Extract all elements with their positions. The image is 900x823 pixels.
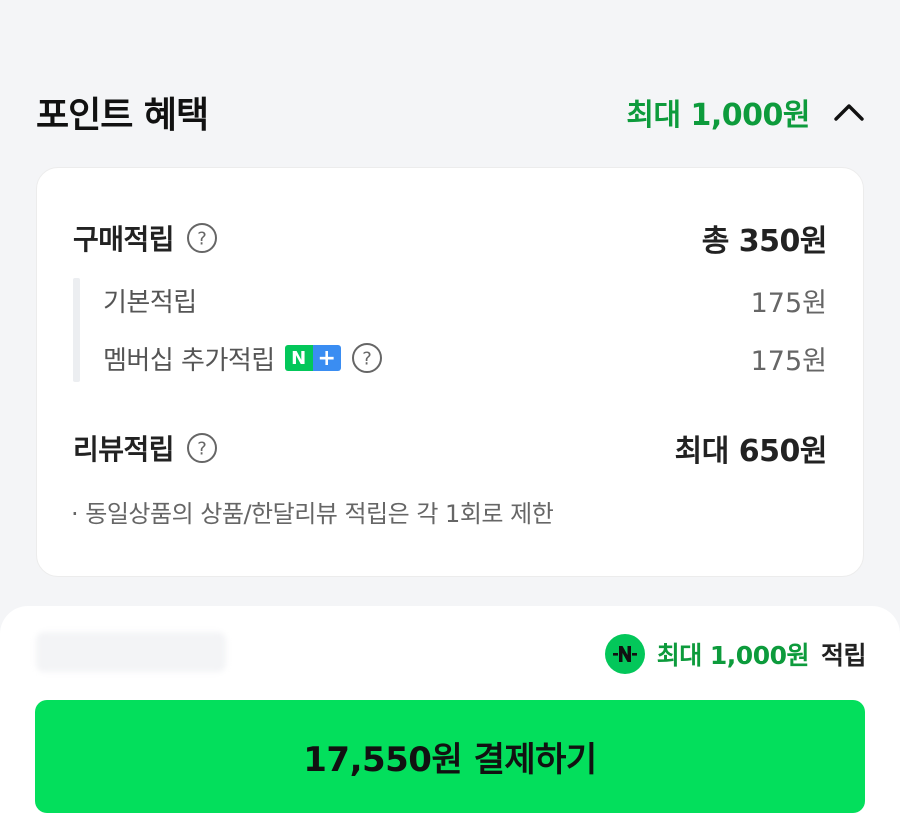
question-circle-icon[interactable]: ? (186, 432, 218, 464)
question-circle-icon[interactable]: ? (186, 222, 218, 254)
membership-points-label: 멤버십 추가적립 (103, 345, 275, 376)
naver-plus-badge: N + (284, 345, 341, 371)
header-right: 최대 1,000원 (626, 90, 866, 134)
badge-n: N (284, 345, 313, 371)
reward-summary: 최대 1,000원 적립 (604, 634, 867, 674)
section-title: 포인트 혜택 (36, 95, 209, 136)
chevron-up-icon[interactable] (832, 95, 866, 129)
review-points-label: 리뷰적립 (73, 433, 175, 466)
svg-text:?: ? (197, 229, 207, 250)
breakdown-bar (73, 278, 80, 382)
question-circle-icon[interactable]: ? (351, 342, 383, 374)
section-header[interactable]: 포인트 혜택 최대 1,000원 (36, 84, 866, 140)
purchase-points-total: 총 350원 (701, 224, 828, 259)
svg-text:?: ? (197, 439, 207, 460)
list-item: 멤버십 추가적립 N + ? 175원 (103, 338, 827, 378)
basic-points-label: 기본적립 (103, 287, 197, 318)
review-limit-note: · 동일상품의 상품/한달리뷰 적립은 각 1회로 제한 (71, 500, 554, 528)
review-points-row: 리뷰적립 ? 최대 650원 (73, 428, 828, 469)
reward-suffix: 적립 (820, 641, 867, 670)
naver-pay-icon (604, 634, 645, 674)
badge-plus: + (312, 345, 341, 371)
purchase-points-breakdown: 기본적립 175원 멤버십 추가적립 N + ? 175원 (73, 278, 827, 382)
blurred-content (36, 632, 226, 672)
reward-amount: 최대 1,000원 (656, 641, 810, 670)
pay-button[interactable]: 17,550원 결제하기 (35, 700, 865, 813)
svg-text:?: ? (362, 349, 372, 370)
basic-points-value: 175원 (750, 287, 827, 319)
purchase-points-row: 구매적립 ? 총 350원 (73, 218, 828, 259)
purchase-points-label: 구매적립 (73, 223, 175, 256)
point-benefit-screen: 포인트 혜택 최대 1,000원 구매적립 ? 총 350원 기본적립 175원 (0, 0, 900, 823)
membership-points-value: 175원 (750, 345, 827, 377)
bottom-sheet: 최대 1,000원 적립 17,550원 결제하기 (0, 606, 900, 823)
list-item: 기본적립 175원 (103, 280, 827, 320)
points-card: 구매적립 ? 총 350원 기본적립 175원 멤버십 추가적립 N + ? 1… (36, 167, 864, 577)
max-benefit-text: 최대 1,000원 (626, 98, 810, 133)
review-points-value: 최대 650원 (674, 434, 828, 469)
